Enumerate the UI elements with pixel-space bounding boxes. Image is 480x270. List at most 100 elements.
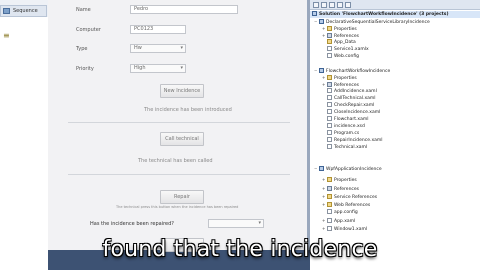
tree-item-label: Web References xyxy=(334,203,371,208)
view-code-icon[interactable] xyxy=(337,2,343,8)
file-icon xyxy=(327,130,332,135)
tree-item-label: Service1.xamlx xyxy=(334,47,369,52)
folder-icon xyxy=(327,177,332,182)
tree-item[interactable]: CloseIncidence.xaml xyxy=(322,109,380,116)
tree-item[interactable]: RepairIncidence.xaml xyxy=(322,137,383,144)
folder-icon xyxy=(327,194,332,199)
document-icon xyxy=(3,8,10,14)
tree-item-label: Service References xyxy=(334,195,378,200)
tree-item[interactable]: + Window1.xaml xyxy=(322,225,367,232)
divider xyxy=(68,174,290,175)
priority-label: Priority xyxy=(76,66,94,72)
folder-icon xyxy=(327,39,332,44)
project-node[interactable]: − WpfApplicationIncidence xyxy=(314,165,382,172)
tree-item[interactable]: Flowchart.xaml xyxy=(322,116,368,123)
tree-item[interactable]: Program.cs xyxy=(322,130,359,137)
tree-item-label: AddIncidence.xaml xyxy=(334,89,377,94)
tree-item-label: App.xaml xyxy=(334,219,356,224)
tree-item-label: App_Data xyxy=(334,40,356,45)
file-icon xyxy=(327,116,332,121)
type-select[interactable]: Hw ▾ xyxy=(130,44,186,53)
tree-item-label: incidence.xsd xyxy=(334,124,365,129)
file-icon xyxy=(327,226,332,231)
tree-item-label: Window1.xaml xyxy=(334,227,368,232)
solution-node[interactable]: Solution 'FlowchartWorkflowIncidence' (3… xyxy=(310,11,480,18)
technical-called-message: The technical has been called xyxy=(138,158,213,164)
tree-item[interactable]: Service1.xamlx xyxy=(322,46,369,53)
tree-item-label: RepairIncidence.xaml xyxy=(334,138,383,143)
video-subtitle: found that the incidence xyxy=(102,237,378,262)
file-icon xyxy=(327,137,332,142)
priority-select-value: High xyxy=(134,65,146,71)
solution-explorer: Solution 'FlowchartWorkflowIncidence' (3… xyxy=(310,0,480,270)
call-technical-button[interactable]: Call technical xyxy=(160,132,204,146)
type-label: Type xyxy=(76,46,88,52)
repaired-question-label: Has the incidence been repaired? xyxy=(90,221,174,227)
tree-item[interactable]: + App.xaml xyxy=(322,217,355,224)
tree-item[interactable]: AddIncidence.xaml xyxy=(322,88,377,95)
project-node[interactable]: − DeclarativeSequentialServiceLibraryInci… xyxy=(314,18,430,25)
computer-field[interactable]: PC0123 xyxy=(130,25,186,34)
tree-item[interactable]: App_Data xyxy=(322,39,356,46)
chevron-down-icon: ▾ xyxy=(180,65,183,71)
show-all-files-icon[interactable] xyxy=(321,2,327,8)
tree-item-label: References xyxy=(334,187,360,192)
document-tab[interactable]: Sequence xyxy=(0,5,47,17)
name-label: Name xyxy=(76,7,91,13)
tree-item[interactable]: Technical.xaml xyxy=(322,144,367,151)
folder-icon xyxy=(327,75,332,80)
divider xyxy=(68,122,290,123)
tree-item[interactable]: + Properties xyxy=(322,74,357,81)
tree-item[interactable]: + Properties xyxy=(322,176,357,183)
tree-item-label: Flowchart.xaml xyxy=(334,117,369,122)
tree-item[interactable]: + References xyxy=(322,32,359,39)
chevron-down-icon: ▾ xyxy=(258,220,261,226)
file-icon xyxy=(327,46,332,51)
tree-item[interactable]: + Service References xyxy=(322,193,377,200)
folder-icon xyxy=(327,26,332,31)
priority-select[interactable]: High ▾ xyxy=(130,64,186,73)
project-icon xyxy=(319,166,324,171)
view-designer-icon[interactable] xyxy=(345,2,351,8)
tree-item[interactable]: CheckRepair.xaml xyxy=(322,102,374,109)
properties-icon[interactable] xyxy=(313,2,319,8)
project-icon xyxy=(319,68,324,73)
repair-button[interactable]: Repair xyxy=(160,190,204,204)
tree-item-label: CloseIncidence.xaml xyxy=(334,110,381,115)
file-icon xyxy=(327,144,332,149)
type-select-value: Hw xyxy=(134,45,142,51)
tree-item[interactable]: + References xyxy=(322,81,359,88)
tree-item-label: Technical.xaml xyxy=(334,145,368,150)
tree-item[interactable]: CallTechnical.xaml xyxy=(322,95,376,102)
tree-item-label: CheckRepair.xaml xyxy=(334,103,375,108)
references-icon xyxy=(327,186,332,191)
tree-item-label: Program.cs xyxy=(334,131,360,136)
computer-label: Computer xyxy=(76,27,101,33)
refresh-icon[interactable] xyxy=(329,2,335,8)
tree-item-label: CallTechnical.xaml xyxy=(334,96,376,101)
project-icon xyxy=(319,19,324,24)
solution-icon xyxy=(312,11,317,16)
tree-item[interactable]: + Web References xyxy=(322,201,370,208)
new-incidence-button[interactable]: New Incidence xyxy=(160,84,204,98)
file-icon xyxy=(327,102,332,107)
folder-icon xyxy=(327,202,332,207)
activity-icon: ≡ xyxy=(3,31,10,40)
tree-item[interactable]: + References xyxy=(322,185,359,192)
references-icon xyxy=(327,33,332,38)
design-surface: ≡ xyxy=(0,17,48,270)
name-field[interactable]: Pedro xyxy=(130,5,238,14)
solution-explorer-toolbar xyxy=(310,0,480,10)
tree-item-label: Web.config xyxy=(334,54,360,59)
tree-item[interactable]: + Properties xyxy=(322,25,357,32)
file-icon xyxy=(327,88,332,93)
tree-item[interactable]: Web.config xyxy=(322,53,359,60)
file-icon xyxy=(327,95,332,100)
chevron-down-icon: ▾ xyxy=(180,45,183,51)
repaired-select[interactable]: ▾ xyxy=(208,219,264,228)
tree-item[interactable]: incidence.xsd xyxy=(322,123,365,130)
project-node[interactable]: − FlowchartWorkflowIncidence xyxy=(314,67,390,74)
repair-note: The technical press this button when the… xyxy=(116,205,239,209)
document-tab-label: Sequence xyxy=(13,8,38,14)
tree-item[interactable]: app.config xyxy=(322,209,358,216)
